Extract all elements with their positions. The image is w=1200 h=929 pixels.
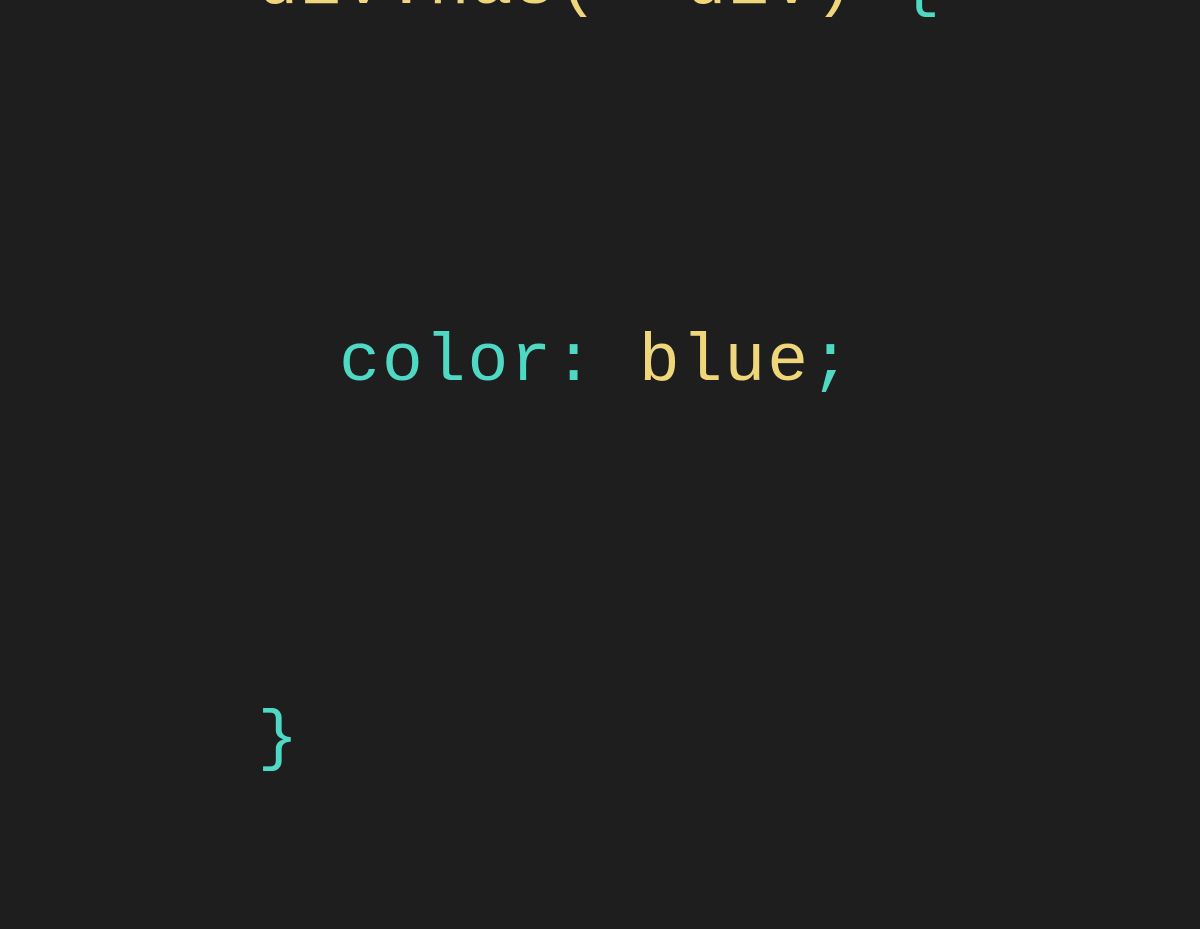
brace-open: { <box>900 0 943 24</box>
code-line-2: color: blue; <box>258 300 943 426</box>
code-line-3: } <box>258 677 943 803</box>
code-line-1: div:has(+ div) { <box>258 0 943 48</box>
css-property: color <box>339 324 553 401</box>
css-selector: div:has(+ div) <box>258 0 900 24</box>
code-snippet: div:has(+ div) { color: blue; } <box>258 0 943 929</box>
css-value: blue <box>639 324 810 401</box>
css-semicolon: ; <box>810 324 853 401</box>
css-colon: : <box>553 324 639 401</box>
brace-close: } <box>258 701 301 778</box>
